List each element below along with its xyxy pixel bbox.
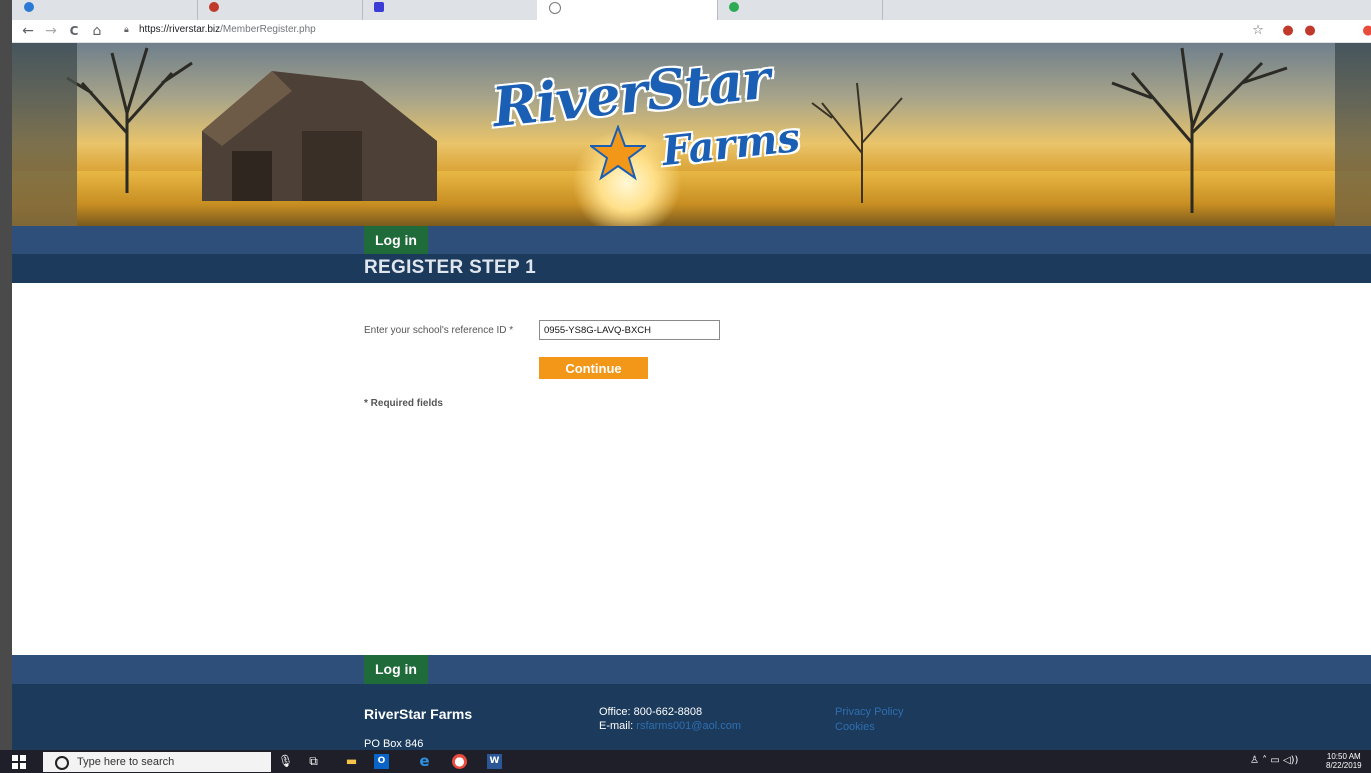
microphone-icon[interactable]: 🎙︎ <box>278 754 293 769</box>
clock-time: 10:50 AM <box>1326 752 1361 761</box>
footer-office-phone: Office: 800-662-8808 <box>599 706 703 718</box>
taskbar-search-placeholder: Type here to search <box>77 756 175 768</box>
banner-edge-left <box>12 43 77 226</box>
taskbar-clock[interactable]: 10:50 AM 8/22/2019 <box>1326 752 1362 770</box>
login-nav-button[interactable]: Log in <box>364 226 428 254</box>
tab-favicon-icon <box>209 2 219 12</box>
forward-arrow-icon[interactable]: → <box>43 23 59 39</box>
browser-toolbar: ← → C ⌂ 🔒︎ https://riverstar.biz/MemberR… <box>12 20 1371 43</box>
footer-email-row: E-mail: rsfarms001@aol.com <box>599 720 741 732</box>
browser-tab-strip <box>12 0 1371 20</box>
outlook-icon[interactable]: O <box>374 754 389 769</box>
browser-tab[interactable] <box>12 0 198 20</box>
reference-id-label: Enter your school's reference ID * <box>364 325 514 336</box>
url-domain: https://riverstar.biz <box>139 24 221 35</box>
edge-browser-icon[interactable]: e <box>417 754 432 769</box>
page-title-bar: REGISTER STEP 1 <box>12 254 1371 283</box>
page-title: REGISTER STEP 1 <box>364 257 537 278</box>
barn-image <box>202 71 437 201</box>
footer-login-button[interactable]: Log in <box>364 655 428 684</box>
reload-icon[interactable]: C <box>66 23 82 39</box>
tab-favicon-icon <box>729 2 739 12</box>
windows-taskbar: Type here to search 🎙︎ ⧉ ▬ O e ● W ♙ ˄ ▭… <box>0 750 1371 773</box>
url-path: /MemberRegister.php <box>220 24 316 35</box>
back-arrow-icon[interactable]: ← <box>20 23 36 39</box>
logo-star-icon <box>590 125 646 181</box>
profile-avatar-icon[interactable]: ● <box>1360 23 1371 39</box>
taskbar-search-box[interactable]: Type here to search <box>43 752 271 772</box>
clock-date: 8/22/2019 <box>1326 761 1362 770</box>
tab-favicon-icon <box>374 2 384 12</box>
word-icon[interactable]: W <box>487 754 502 769</box>
cortana-icon <box>55 756 69 770</box>
footer-po-box: PO Box 846 <box>364 738 424 750</box>
tab-favicon-icon <box>549 2 561 14</box>
web-page: RiverStar Farms Log in REGISTER STEP 1 E… <box>12 43 1371 750</box>
footer-email-link[interactable]: rsfarms001@aol.com <box>636 720 741 732</box>
tab-favicon-icon <box>24 2 34 12</box>
privacy-policy-link[interactable]: Privacy Policy <box>835 706 903 718</box>
task-view-icon[interactable]: ⧉ <box>306 754 321 769</box>
bookmark-star-icon[interactable]: ☆ <box>1250 23 1266 39</box>
footer: RiverStar Farms PO Box 846 Office: 800-6… <box>12 684 1371 750</box>
home-icon[interactable]: ⌂ <box>89 23 105 39</box>
logo-farms-text: Farms <box>659 113 803 176</box>
browser-tab[interactable] <box>362 0 538 20</box>
continue-button[interactable]: Continue <box>539 357 648 379</box>
desktop-background <box>0 0 12 750</box>
windows-start-icon[interactable] <box>12 755 26 769</box>
extension-icon[interactable]: ● <box>1302 23 1318 39</box>
top-nav-bar: Log in <box>12 226 1371 254</box>
browser-tab-active[interactable] <box>537 0 718 20</box>
tree-image <box>811 82 903 203</box>
header-banner: RiverStar Farms <box>12 43 1371 226</box>
banner-edge-right <box>1335 43 1371 226</box>
extension-icon[interactable]: ● <box>1280 23 1296 39</box>
tree-image <box>1111 47 1288 213</box>
reference-id-input[interactable] <box>539 320 720 340</box>
required-fields-note: * Required fields <box>364 398 443 409</box>
footer-company-name: RiverStar Farms <box>364 706 473 722</box>
address-bar[interactable]: https://riverstar.biz/MemberRegister.php <box>139 24 316 35</box>
system-tray-icons[interactable]: ♙ ˄ ▭ ◁)) <box>1250 755 1298 766</box>
file-explorer-icon[interactable]: ▬ <box>344 754 359 769</box>
footer-nav-bar: Log in <box>12 655 1371 684</box>
lock-icon: 🔒︎ <box>124 25 129 35</box>
browser-tab[interactable] <box>717 0 883 20</box>
browser-tab[interactable] <box>197 0 363 20</box>
footer-email-label: E-mail: <box>599 720 637 732</box>
chrome-icon[interactable]: ● <box>452 754 467 769</box>
cookies-link[interactable]: Cookies <box>835 721 875 733</box>
